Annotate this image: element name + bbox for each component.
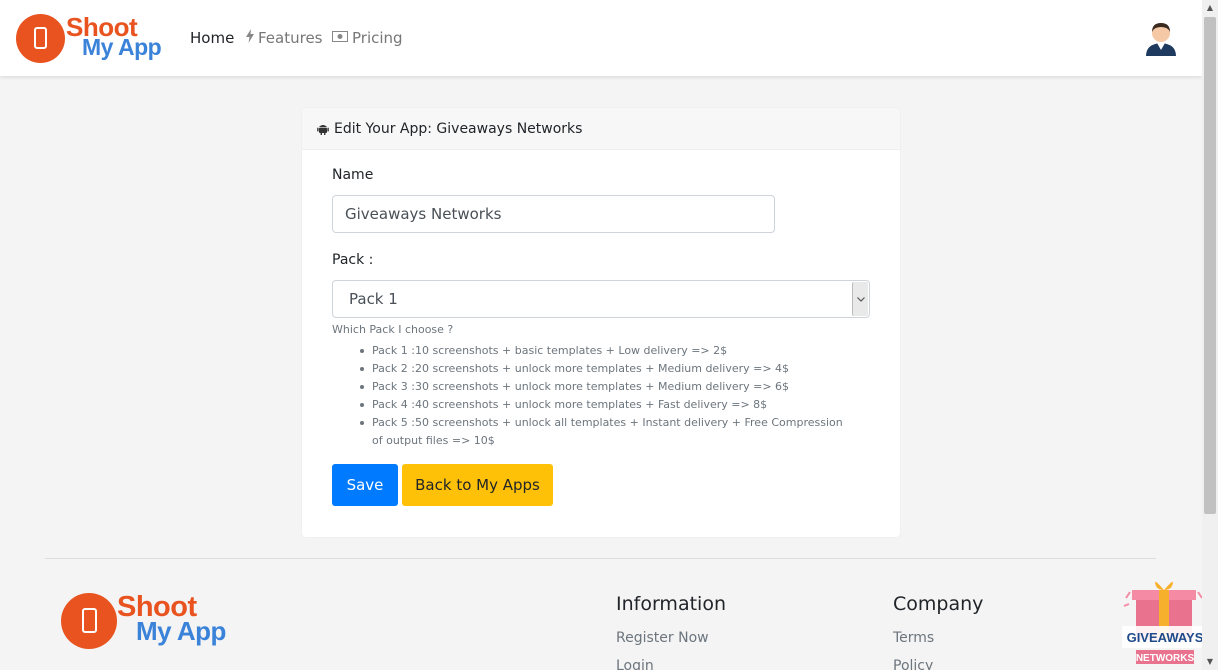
nav-home[interactable]: Home [190,29,234,47]
scroll-up-icon[interactable]: ▲ [1202,0,1218,16]
card-title: Edit Your App: Giveaways Networks [334,120,583,137]
footer-link-terms[interactable]: Terms [893,630,934,646]
pack-item: Pack 1 :10 screenshots + basic templates… [358,342,848,360]
chevron-down-icon[interactable] [852,282,868,316]
scroll-down-icon[interactable]: ▼ [1202,654,1218,670]
phone-icon [34,27,47,49]
pack-list: Pack 1 :10 screenshots + basic templates… [358,342,848,450]
footer-link-login[interactable]: Login [616,658,654,670]
pack-select[interactable]: Pack 1 [332,280,870,318]
save-button[interactable]: Save [332,464,398,506]
badge-line-1: GIVEAWAYS [1127,630,1204,645]
bolt-icon [246,29,254,47]
nav-pricing-label: Pricing [352,29,403,47]
footer-phone-icon [82,608,97,633]
money-icon [332,30,348,46]
nav-pricing[interactable]: Pricing [332,29,403,47]
name-label: Name [332,167,374,183]
nav-features-label: Features [258,29,323,47]
pack-select-value: Pack 1 [349,290,398,308]
scrollbar[interactable]: ▲ ▼ [1202,0,1218,670]
brand-logo[interactable]: Shoot My App [16,12,166,66]
back-to-my-apps-button[interactable]: Back to My Apps [402,464,553,506]
scrollbar-thumb[interactable] [1204,17,1216,514]
badge-line-2: NETWORKS [1136,653,1195,664]
name-input[interactable]: Giveaways Networks [332,195,775,233]
nav-home-label: Home [190,29,235,47]
footer-information-heading: Information [616,593,726,615]
footer-divider [45,558,1156,559]
pack-label: Pack : [332,252,374,268]
edit-app-card: Edit Your App: Giveaways Networks Name G… [302,108,900,537]
footer-link-policy[interactable]: Policy [893,658,933,670]
footer-company-heading: Company [893,593,984,615]
nav-features[interactable]: Features [246,29,323,47]
android-icon [317,123,329,135]
brand-word-2: My App [82,34,162,60]
pack-help-text: Which Pack I choose ? [332,323,454,336]
footer-brand-word-2: My App [136,616,226,646]
name-input-value: Giveaways Networks [345,205,502,223]
pack-item: Pack 3 :30 screenshots + unlock more tem… [358,378,848,396]
footer-link-register[interactable]: Register Now [616,630,709,646]
pack-item: Pack 5 :50 screenshots + unlock all temp… [358,414,848,450]
user-avatar[interactable] [1144,20,1178,56]
pack-item: Pack 2 :20 screenshots + unlock more tem… [358,360,848,378]
giveaways-networks-badge[interactable]: GIVEAWAYS NETWORKS [1122,576,1208,670]
pack-item: Pack 4 :40 screenshots + unlock more tem… [358,396,848,414]
navbar: Shoot My App Home Features Pricing [0,0,1202,76]
footer-brand-logo[interactable]: Shoot My App [61,591,231,651]
card-header: Edit Your App: Giveaways Networks [302,108,900,150]
